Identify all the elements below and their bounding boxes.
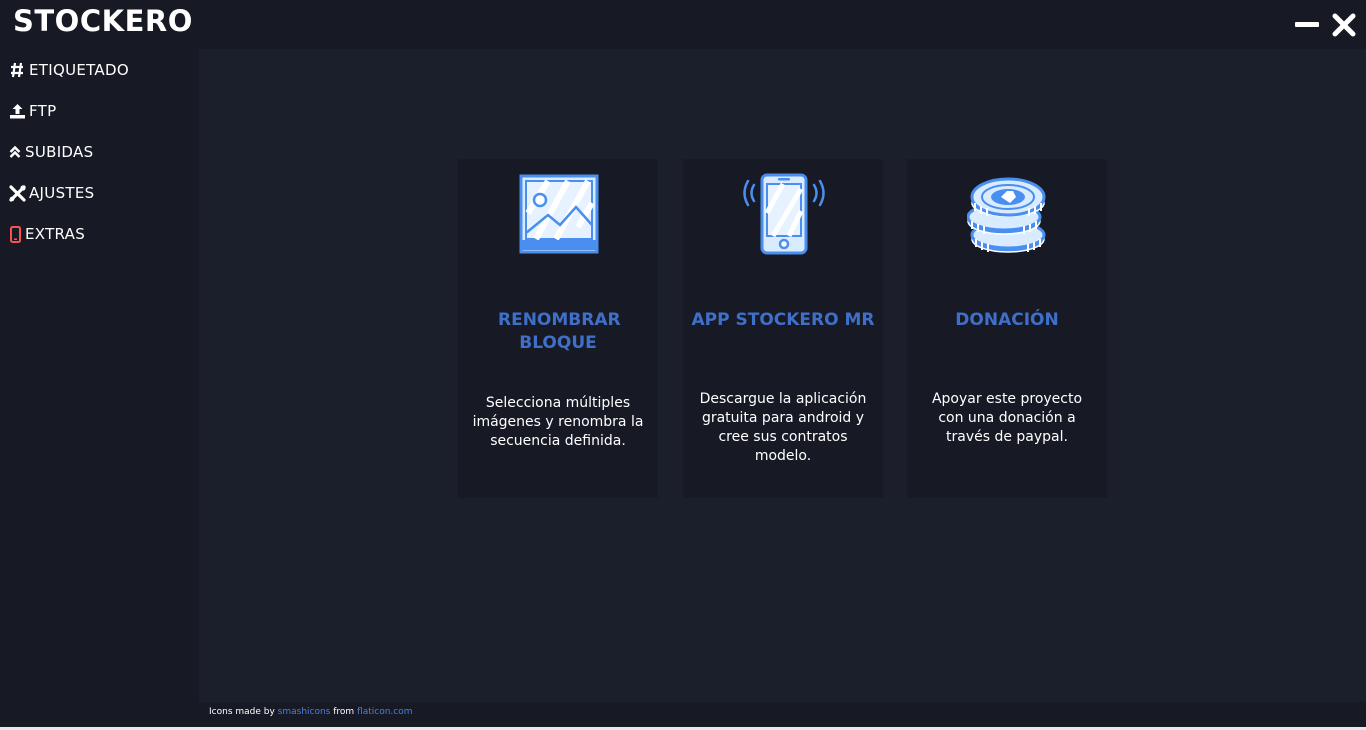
title-bar: STOCKERO: [0, 0, 1366, 49]
close-button[interactable]: [1331, 12, 1357, 38]
sidebar-item-extras[interactable]: EXTRAS: [8, 219, 193, 249]
card-description: Apoyar este proyecto con una donación a …: [931, 391, 1083, 445]
app-title: STOCKERO: [13, 4, 193, 38]
sidebar-item-subidas[interactable]: SUBIDAS: [8, 137, 193, 167]
upload-icon: [8, 102, 26, 120]
sidebar: ETIQUETADO FTP SUBIDAS AJUSTES EXTRAS: [0, 49, 199, 730]
tools-icon: [8, 184, 26, 202]
card-app-stockero-mr[interactable]: APP STOCKERO MR Descargue la aplicación …: [683, 159, 883, 498]
sidebar-item-ajustes[interactable]: AJUSTES: [8, 178, 193, 208]
card-title: RENOMBRAR BLOQUE: [498, 310, 621, 353]
footer-prefix: Icons made by: [209, 707, 278, 717]
footer-middle: from: [330, 707, 358, 717]
footer: Icons made by smashicons from flaticon.c…: [199, 702, 1366, 727]
sidebar-item-label: ETIQUETADO: [29, 61, 129, 79]
smartphone-icon: [743, 173, 825, 255]
card-title: APP STOCKERO MR: [691, 310, 875, 330]
sidebar-item-etiquetado[interactable]: ETIQUETADO: [8, 55, 193, 85]
footer-author-link[interactable]: smashicons: [278, 707, 331, 717]
card-donacion[interactable]: DONACIÓN Apoyar este proyecto con una do…: [907, 159, 1107, 498]
double-chevron-up-icon: [8, 143, 22, 161]
coins-icon: [966, 173, 1049, 255]
hash-icon: [8, 61, 26, 79]
sidebar-item-label: SUBIDAS: [25, 143, 94, 161]
close-icon: [1332, 13, 1356, 37]
minimize-button[interactable]: [1293, 14, 1321, 34]
sidebar-item-label: FTP: [29, 102, 57, 120]
footer-site-link[interactable]: flaticon.com: [357, 707, 412, 717]
mobile-icon: [8, 225, 22, 243]
main-content: RENOMBRAR BLOQUE Selecciona múltiples im…: [199, 49, 1366, 702]
sidebar-item-label: EXTRAS: [25, 225, 86, 243]
sidebar-item-label: AJUSTES: [29, 184, 95, 202]
sidebar-item-ftp[interactable]: FTP: [8, 96, 193, 126]
card-description: Selecciona múltiples imágenes y renombra…: [472, 395, 644, 449]
card-description: Descargue la aplicación gratuita para an…: [699, 391, 867, 464]
card-renombrar-bloque[interactable]: RENOMBRAR BLOQUE Selecciona múltiples im…: [458, 159, 658, 498]
image-icon: [518, 173, 600, 255]
card-title: DONACIÓN: [955, 310, 1059, 330]
footer-credits: Icons made by smashicons from flaticon.c…: [209, 707, 413, 717]
